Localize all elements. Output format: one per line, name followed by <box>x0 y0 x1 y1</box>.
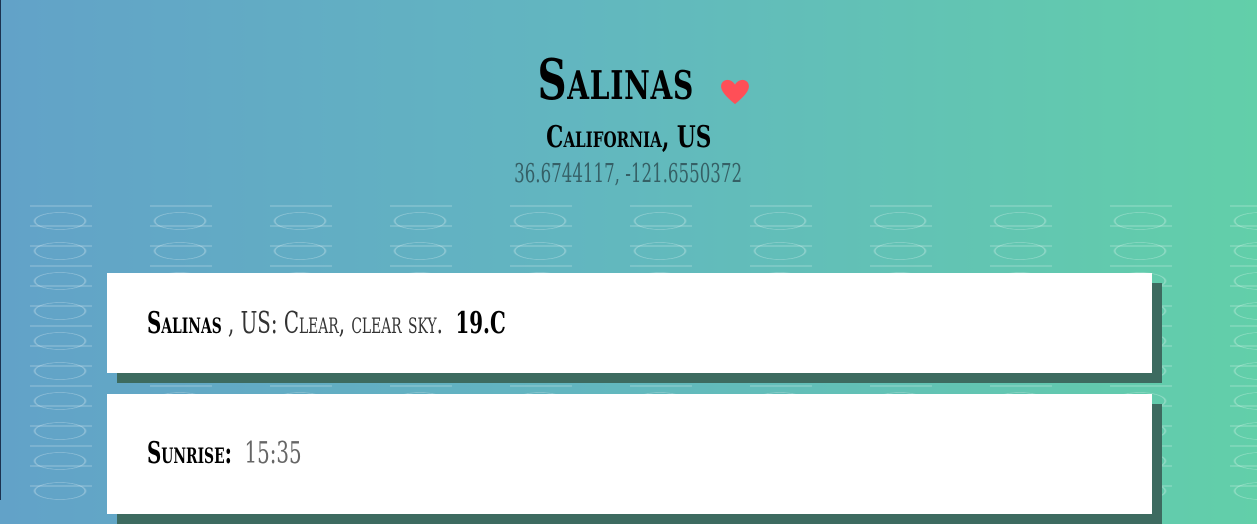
weather-card-wrap: Salinas , US: Clear, clear sky. 19.C <box>107 273 1162 383</box>
weather-city: Salinas <box>147 305 222 341</box>
city-title: Salinas <box>537 47 694 113</box>
coordinates: 36.6744117, -121.6550372 <box>514 159 743 189</box>
region-subtitle: California, US <box>545 120 712 155</box>
temperature: 19.C <box>455 305 506 341</box>
sunrise-card-wrap: Sunrise: 15:35 <box>107 394 1162 524</box>
weather-line: Salinas , US: Clear, clear sky. 19.C <box>147 306 506 341</box>
sunrise-label: Sunrise: <box>147 436 232 471</box>
weather-card: Salinas , US: Clear, clear sky. 19.C <box>107 273 1152 373</box>
sunrise-line: Sunrise: 15:35 <box>147 436 302 471</box>
sunrise-time: 15:35 <box>244 436 302 471</box>
city-row: Salinas <box>507 48 750 112</box>
location-header: Salinas California, US 36.6744117, -121.… <box>0 48 1257 190</box>
weather-description: , US: Clear, clear sky. <box>228 305 443 341</box>
heart-icon[interactable] <box>720 79 750 105</box>
sunrise-card: Sunrise: 15:35 <box>107 394 1152 514</box>
